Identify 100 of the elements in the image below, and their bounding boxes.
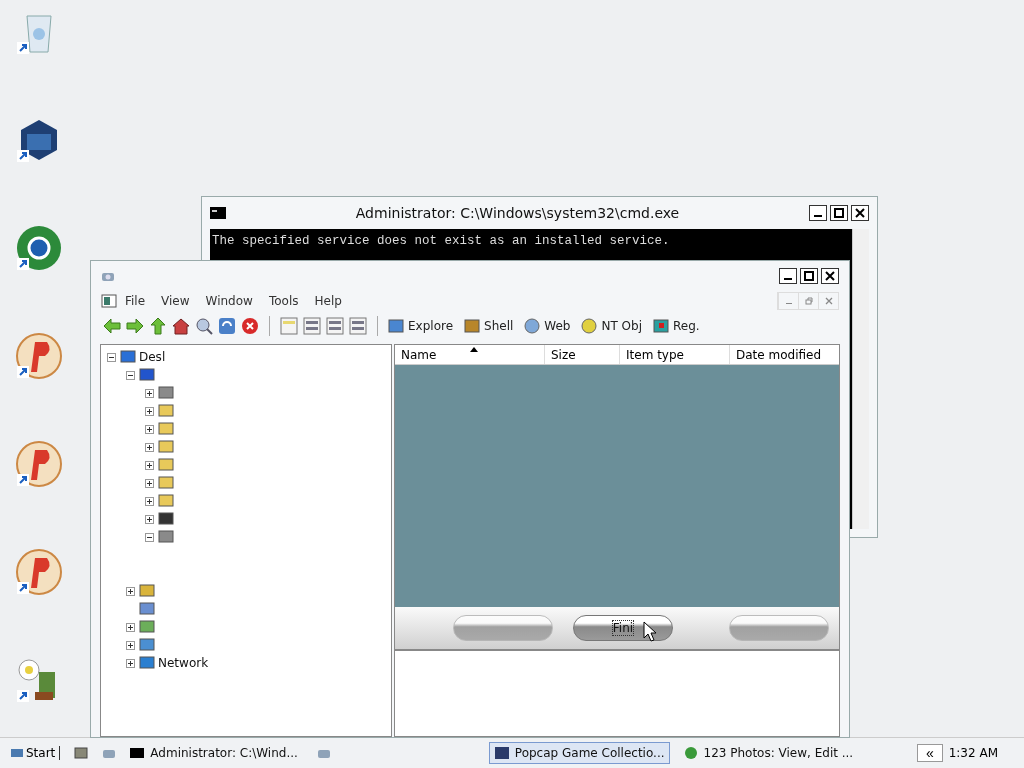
- globe-icon[interactable]: [15, 224, 63, 272]
- minimize-icon: [784, 278, 792, 280]
- expand-icon[interactable]: [145, 514, 155, 524]
- maximize-icon: [834, 208, 844, 218]
- close-icon: [825, 271, 835, 281]
- expand-icon[interactable]: [145, 478, 155, 488]
- console-output: The specified service does not exist as an installed service.: [212, 234, 670, 248]
- expand-icon[interactable]: [126, 586, 136, 596]
- show-hidden-button[interactable]: «: [916, 744, 943, 762]
- clock: 1:32 AM: [948, 746, 999, 760]
- menu-item[interactable]: Tools: [260, 294, 307, 308]
- taskbar-button[interactable]: 123 Photos: View, Edit ...: [677, 742, 859, 764]
- node-icon: [139, 637, 155, 653]
- node-icon: [158, 385, 174, 401]
- expand-icon[interactable]: [145, 406, 155, 416]
- minimize-button[interactable]: [809, 205, 827, 221]
- document-icon: [101, 294, 117, 308]
- console-icon: [129, 746, 146, 760]
- forward-icon[interactable]: [126, 317, 144, 335]
- close-icon: [855, 208, 865, 218]
- expand-icon[interactable]: [126, 640, 136, 650]
- wizard-button[interactable]: Fini: [573, 615, 673, 641]
- node-icon: [139, 655, 155, 671]
- console-icon[interactable]: [74, 747, 89, 759]
- start-icon: [10, 747, 24, 759]
- node-icon: [139, 583, 155, 599]
- refresh-icon[interactable]: [218, 317, 236, 335]
- folder-icon: [388, 318, 404, 334]
- menu-item[interactable]: Window: [197, 294, 261, 308]
- panel-icon: [464, 318, 481, 334]
- ball-icon[interactable]: [15, 548, 63, 596]
- node-icon: [120, 349, 136, 365]
- node-icon: [158, 403, 174, 419]
- menu-item[interactable]: Help: [306, 294, 350, 308]
- sort-icon: [469, 347, 478, 352]
- start-button[interactable]: Start: [6, 746, 61, 760]
- expand-icon[interactable]: [126, 622, 136, 632]
- grid-icon: [653, 318, 669, 334]
- ball-icon[interactable]: [15, 332, 63, 380]
- toolbar-button[interactable]: NT Obj: [581, 318, 648, 334]
- collapse-icon[interactable]: [126, 370, 136, 380]
- menu-item[interactable]: File: [117, 294, 154, 308]
- expand-icon[interactable]: [145, 388, 155, 398]
- toolbar-button[interactable]: Explore: [388, 318, 460, 334]
- layout-icon[interactable]: [303, 317, 321, 335]
- expand-icon[interactable]: [126, 658, 136, 668]
- home-icon[interactable]: [172, 317, 190, 335]
- expand-icon[interactable]: [145, 424, 155, 434]
- column-header[interactable]: Name: [395, 345, 545, 364]
- close-icon: [824, 297, 833, 305]
- node-icon: [158, 529, 174, 545]
- node-icon: [139, 367, 155, 383]
- expand-icon[interactable]: [145, 442, 155, 452]
- node-icon: [158, 493, 174, 509]
- node-icon: [158, 421, 174, 437]
- maximize-button[interactable]: [830, 205, 848, 221]
- toolbar-button[interactable]: Reg.: [653, 318, 706, 334]
- collapse-icon[interactable]: [145, 532, 155, 542]
- up-icon[interactable]: [149, 317, 167, 335]
- node-icon: [139, 619, 155, 635]
- layout-icon[interactable]: [349, 317, 367, 335]
- cursor-icon: [643, 621, 657, 643]
- layout-icon[interactable]: [326, 317, 344, 335]
- column-header[interactable]: Item type: [620, 345, 730, 364]
- window-title: Administrator: C:\Windows\system32\cmd.exe: [354, 205, 681, 221]
- search-icon[interactable]: [195, 317, 213, 335]
- column-header[interactable]: Size: [545, 345, 620, 364]
- menu-item[interactable]: View: [153, 294, 198, 308]
- app-icon: [101, 270, 115, 282]
- node-icon: [158, 439, 174, 455]
- app-icon: [493, 746, 510, 760]
- maximize-icon: [804, 271, 814, 281]
- scrollbar[interactable]: [852, 229, 869, 529]
- expand-icon[interactable]: [145, 496, 155, 506]
- ball-icon: [581, 318, 598, 334]
- node-icon: [139, 601, 155, 617]
- tree-item[interactable]: Desl: [139, 350, 166, 364]
- tree-item[interactable]: Network: [158, 656, 209, 670]
- photo-icon: [682, 746, 699, 760]
- taskbar-button[interactable]: Popcap Game Collectio...: [488, 742, 670, 764]
- node-icon: [158, 511, 174, 527]
- console-icon: [210, 207, 226, 219]
- stop-icon[interactable]: [241, 317, 259, 335]
- node-icon: [158, 457, 174, 473]
- minimize-icon: [814, 215, 822, 217]
- close-button[interactable]: [821, 268, 839, 284]
- toolbar-button[interactable]: Shell: [464, 318, 520, 334]
- node-icon: [158, 475, 174, 491]
- expand-icon[interactable]: [145, 460, 155, 470]
- toolbar-button[interactable]: Web: [524, 318, 577, 334]
- restore-icon: [804, 297, 813, 305]
- taskbar-button[interactable]: Administrator: C:\Wind...: [124, 742, 303, 764]
- globe-icon: [524, 318, 541, 334]
- close-button[interactable]: [851, 205, 869, 221]
- minimize-button[interactable]: [779, 268, 797, 284]
- collapse-icon[interactable]: [107, 352, 117, 362]
- maximize-button[interactable]: [800, 268, 818, 284]
- back-icon[interactable]: [103, 317, 121, 335]
- column-header[interactable]: Date modified: [730, 345, 839, 364]
- ball-icon[interactable]: [15, 440, 63, 488]
